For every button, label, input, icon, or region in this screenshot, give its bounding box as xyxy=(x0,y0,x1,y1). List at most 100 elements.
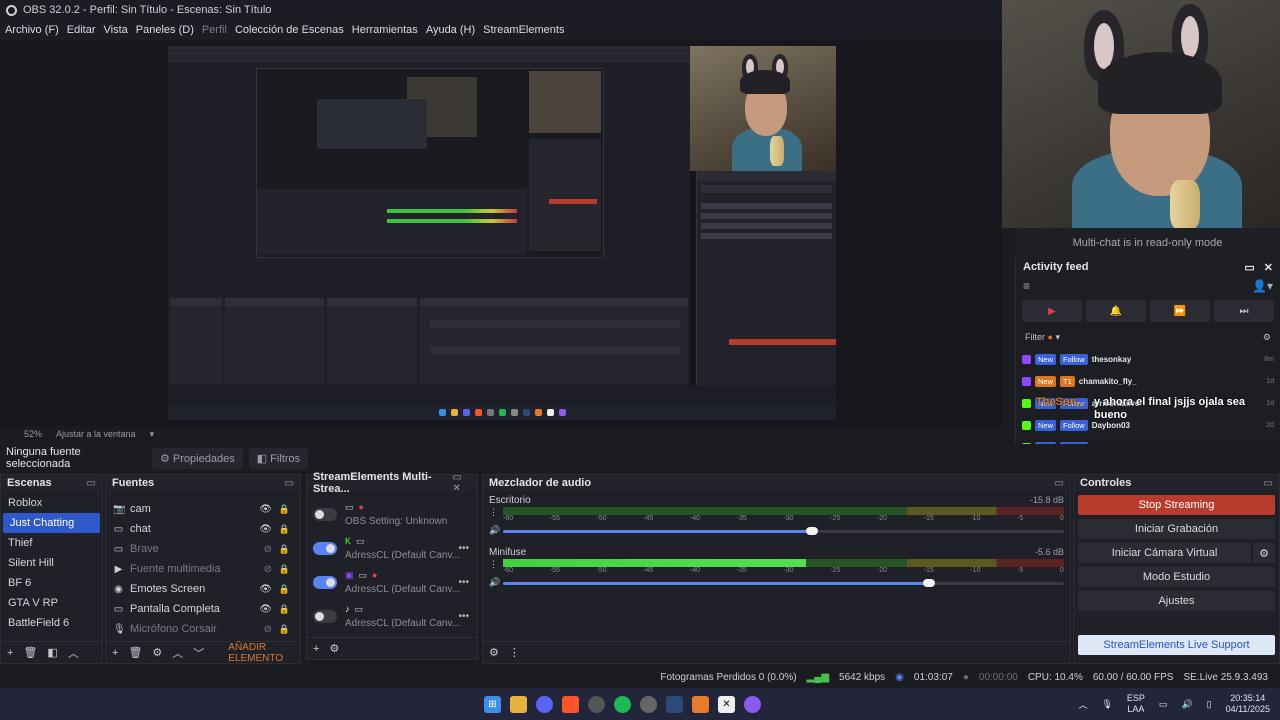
scene-item[interactable]: Silent Hill xyxy=(1,553,102,573)
zoom-fit-dropdown[interactable]: Ajustar a la ventana xyxy=(56,429,136,439)
scene-item[interactable]: BF 6 xyxy=(1,573,102,593)
lock-icon[interactable]: 🔒 xyxy=(279,504,290,515)
more-options-icon[interactable]: ••• xyxy=(458,543,469,554)
channel-options-icon[interactable]: ⋮ xyxy=(489,507,498,518)
start-recording-button[interactable]: Iniciar Grabación xyxy=(1078,519,1275,539)
source-item[interactable]: ▭ Brave ⊘ 🔒 xyxy=(106,539,300,559)
lock-icon[interactable]: 🔒 xyxy=(279,584,290,595)
microphone-icon[interactable]: 🎙 xyxy=(1101,699,1112,710)
steam-icon[interactable] xyxy=(666,695,683,713)
discord-icon[interactable] xyxy=(536,695,553,713)
add-icon[interactable]: + xyxy=(112,647,118,659)
volume-slider[interactable] xyxy=(503,527,1064,535)
eye-icon[interactable]: 👁 xyxy=(259,604,272,615)
lock-icon[interactable]: 🔒 xyxy=(279,604,290,615)
source-item[interactable]: ▭ chat 👁 🔒 xyxy=(106,519,300,539)
studio-mode-button[interactable]: Modo Estudio xyxy=(1078,567,1275,587)
next-alert-button[interactable]: ⏭ xyxy=(1214,300,1274,322)
menu-perfil[interactable]: Perfil xyxy=(202,24,227,36)
user-menu-icon[interactable]: 👤▾ xyxy=(1252,279,1273,293)
undock-icon[interactable]: ▭ xyxy=(452,472,461,483)
scene-item[interactable]: Just Chatting xyxy=(3,513,100,533)
menu-editar[interactable]: Editar xyxy=(67,24,96,36)
source-item[interactable]: ◉ Emotes Screen 👁 🔒 xyxy=(106,579,300,599)
undock-icon[interactable]: ▭ xyxy=(1055,478,1064,489)
menu-paneles[interactable]: Paneles (D) xyxy=(136,24,194,36)
lock-icon[interactable]: 🔒 xyxy=(279,564,290,575)
trash-icon[interactable]: 🗑 xyxy=(128,646,142,659)
more-options-icon[interactable]: ••• xyxy=(458,611,469,622)
mute-alerts-button[interactable]: 🔔 xyxy=(1086,300,1146,322)
scene-item[interactable]: GTA V RP xyxy=(1,593,102,613)
menu-ayuda[interactable]: Ayuda (H) xyxy=(426,24,475,36)
menu-streamelements[interactable]: StreamElements xyxy=(483,24,564,36)
add-icon[interactable]: + xyxy=(7,647,13,659)
eye-off-icon[interactable]: ⊘ xyxy=(264,564,272,575)
eye-icon[interactable]: 👁 xyxy=(259,524,272,535)
close-icon[interactable]: ✕ xyxy=(1264,262,1273,274)
spotify-icon[interactable] xyxy=(614,695,631,713)
play-alerts-button[interactable]: ▶ xyxy=(1022,300,1082,322)
virtual-camera-settings-icon[interactable]: ⚙ xyxy=(1253,543,1275,563)
enable-toggle[interactable] xyxy=(313,575,337,589)
gear-icon[interactable]: ⚙ xyxy=(152,646,162,659)
preview-area[interactable] xyxy=(0,40,1002,426)
filter-icon[interactable]: ◧ xyxy=(47,646,57,659)
windows-start-icon[interactable]: ⊞ xyxy=(484,695,501,713)
activity-item[interactable]: New T1 chamakito_fly_ 1d xyxy=(1016,370,1280,392)
menu-coleccion-escenas[interactable]: Colección de Escenas xyxy=(235,24,344,36)
lock-icon[interactable]: 🔒 xyxy=(279,524,290,535)
lock-icon[interactable]: 🔒 xyxy=(279,624,290,635)
source-item[interactable]: ▭ Pantalla Completa 👁 🔒 xyxy=(106,599,300,619)
eye-off-icon[interactable]: ⊘ xyxy=(264,624,272,635)
add-icon[interactable]: + xyxy=(313,643,319,655)
move-down-icon[interactable]: ﹀ xyxy=(193,645,204,661)
menu-archivo[interactable]: Archivo (F) xyxy=(5,24,59,36)
app-icon[interactable] xyxy=(640,695,657,713)
enable-toggle[interactable] xyxy=(313,609,337,623)
zoom-level[interactable]: 52% xyxy=(24,429,42,439)
speaker-icon[interactable]: 🔊 xyxy=(489,577,500,588)
capcut-icon[interactable]: ✕ xyxy=(718,695,735,713)
filters-button[interactable]: ◧ Filtros xyxy=(248,447,309,469)
undock-icon[interactable]: ▭ xyxy=(285,478,294,489)
gear-icon[interactable]: ⚙ xyxy=(1263,332,1271,343)
language-indicator[interactable]: ESP LAA xyxy=(1127,693,1145,715)
scene-item[interactable]: Thief xyxy=(1,533,102,553)
app-icon-purple[interactable] xyxy=(744,695,761,713)
enable-toggle[interactable] xyxy=(313,541,337,555)
add-element-button[interactable]: AÑADIR ELEMENTO xyxy=(228,642,300,664)
eye-icon[interactable]: 👁 xyxy=(259,504,272,515)
eye-icon[interactable]: 👁 xyxy=(259,584,272,595)
settings-button[interactable]: Ajustes xyxy=(1078,591,1275,611)
vlc-icon[interactable] xyxy=(692,695,709,713)
menu-vista[interactable]: Vista xyxy=(104,24,128,36)
se-live-support-button[interactable]: StreamElements Live Support xyxy=(1078,635,1275,655)
chevron-down-icon[interactable]: ▾ xyxy=(150,429,155,440)
move-up-icon[interactable]: ︿ xyxy=(68,645,79,661)
battery-icon[interactable]: ▯ xyxy=(1207,699,1212,710)
lock-icon[interactable]: 🔒 xyxy=(279,544,290,555)
more-options-icon[interactable]: ⋮ xyxy=(509,646,520,659)
source-item[interactable]: ▶ Fuente multimedia ⊘ 🔒 xyxy=(106,559,300,579)
undock-icon[interactable]: ▭ xyxy=(1244,262,1254,274)
close-icon[interactable]: ✕ xyxy=(452,483,460,494)
volume-slider[interactable] xyxy=(503,579,1064,587)
hamburger-menu-icon[interactable]: ≡ xyxy=(1023,279,1030,293)
trash-icon[interactable]: 🗑 xyxy=(23,646,37,659)
enable-toggle[interactable] xyxy=(313,507,337,521)
source-item[interactable]: 📷 cam 👁 🔒 xyxy=(106,499,300,519)
network-icon[interactable]: ▭ xyxy=(1159,699,1168,710)
clock[interactable]: 20:35:14 04/11/2025 xyxy=(1226,693,1270,715)
program-preview[interactable] xyxy=(168,46,836,420)
filter-dropdown[interactable]: Filter ● ▾ xyxy=(1025,332,1060,343)
scene-item[interactable]: Roblox xyxy=(1,493,102,513)
gear-icon[interactable]: ⚙ xyxy=(329,642,339,655)
undock-icon[interactable]: ▭ xyxy=(1264,478,1273,489)
more-options-icon[interactable]: ••• xyxy=(458,577,469,588)
skip-alert-button[interactable]: ⏩ xyxy=(1150,300,1210,322)
activity-item[interactable]: New Follow thesonkay 8m xyxy=(1016,348,1280,370)
advanced-audio-icon[interactable]: ⚙ xyxy=(489,646,499,659)
properties-button[interactable]: ⚙ Propiedades xyxy=(152,447,243,469)
speaker-icon[interactable]: 🔊 xyxy=(489,525,500,536)
